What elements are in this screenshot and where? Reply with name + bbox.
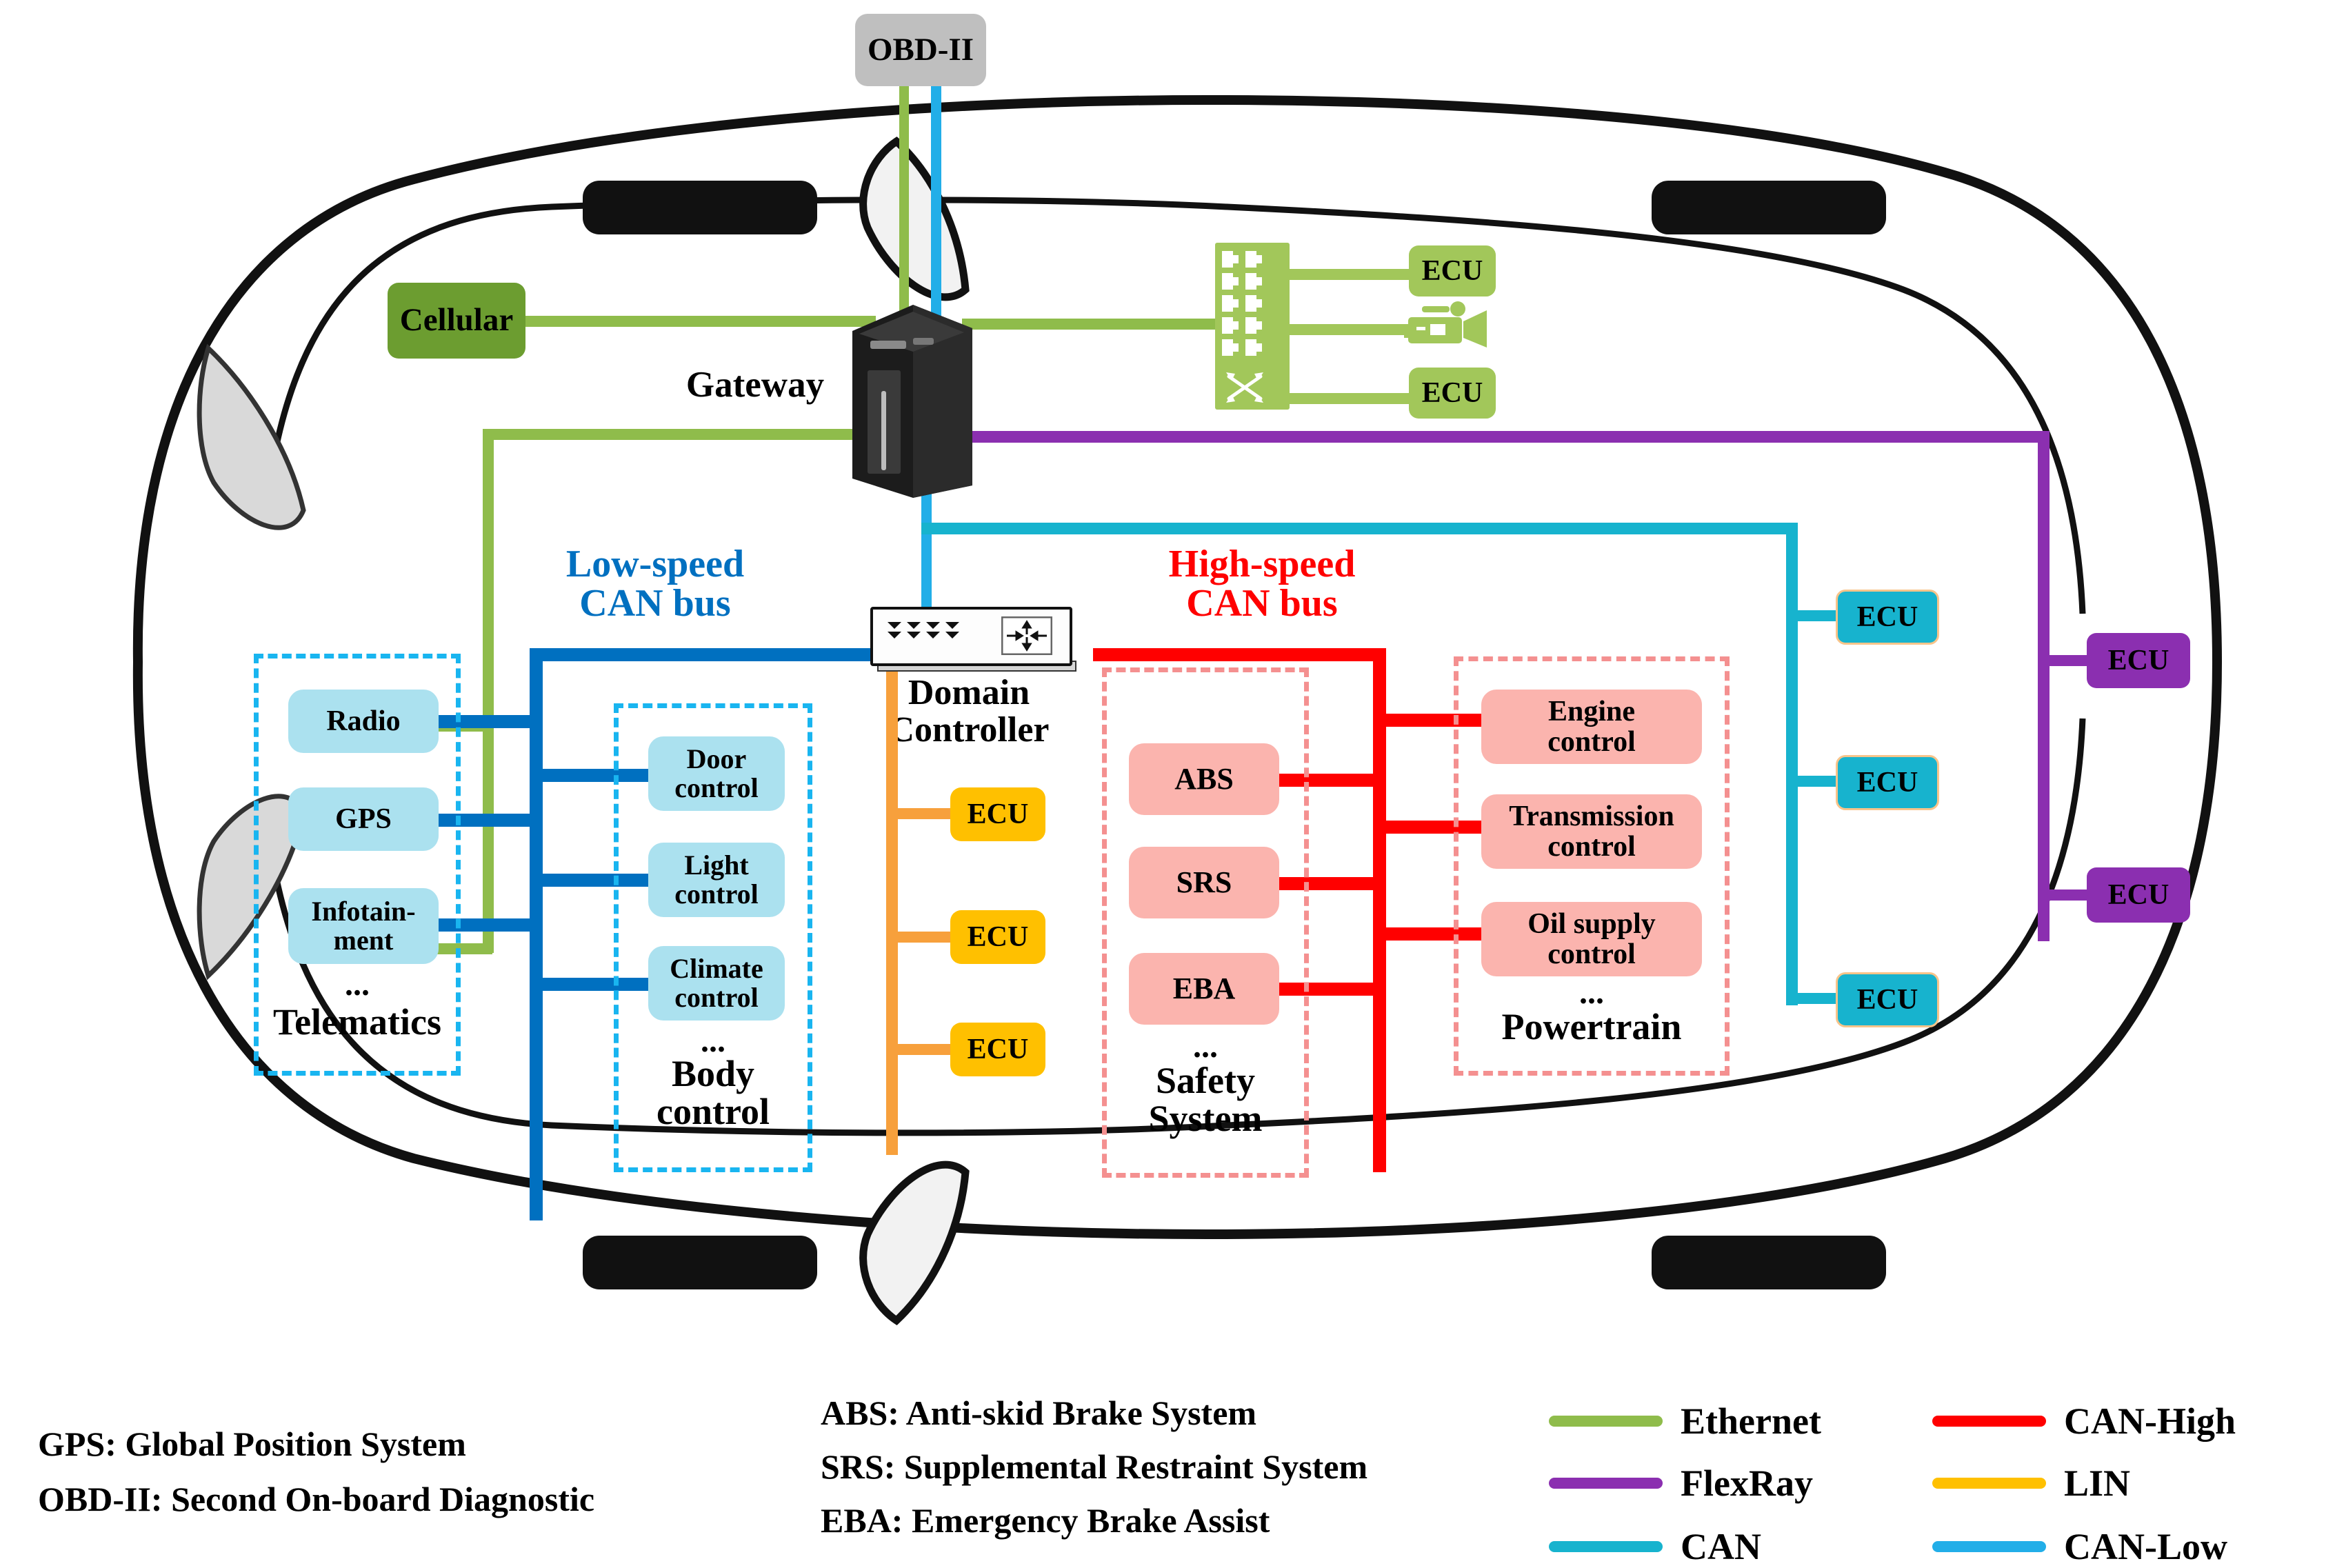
wire-flexray-horizontal xyxy=(959,431,2048,443)
node-engine-control-line1: Engine xyxy=(1547,695,1636,727)
node-climate-control[interactable]: Climate control xyxy=(648,946,785,1021)
node-cellular[interactable]: Cellular xyxy=(388,283,525,359)
domain-controller-ports-icon xyxy=(888,622,959,639)
lin-ecu-3[interactable]: ECU xyxy=(950,1023,1045,1076)
node-door-control-line2: control xyxy=(674,772,759,803)
node-oil-supply-control[interactable]: Oil supply control xyxy=(1481,902,1702,976)
group-label-safety-line1: Safety xyxy=(1156,1060,1255,1101)
wire-lowspeed-horizontal xyxy=(530,648,888,661)
bus-title-low-speed: Low-speed CAN bus xyxy=(524,543,786,625)
can-ecu-3[interactable]: ECU xyxy=(1836,972,1939,1027)
wire-canhigh-horizontal-top xyxy=(1093,648,1386,661)
group-label-powertrain: Powertrain xyxy=(1501,1006,1682,1047)
bus-title-high-speed: High-speed CAN bus xyxy=(1131,543,1393,625)
wire-lin-stub-1 xyxy=(886,808,955,819)
wire-ethernet-switch-ecu2 xyxy=(1283,393,1414,404)
wire-lin-vertical xyxy=(886,659,898,1155)
wire-can-vertical xyxy=(1786,523,1798,1005)
node-abs[interactable]: ABS xyxy=(1129,743,1279,815)
flexray-ecu-1[interactable]: ECU xyxy=(2087,633,2190,688)
node-engine-control-line2: control xyxy=(1547,726,1636,758)
node-oil-supply-control-line2: control xyxy=(1547,938,1636,970)
wire-ethernet-obd-to-gateway xyxy=(899,69,909,324)
node-transmission-control-line2: control xyxy=(1547,831,1636,863)
wire-ethernet-switch-ecu1 xyxy=(1283,269,1414,280)
can-ecu-2[interactable]: ECU xyxy=(1836,755,1939,810)
node-srs[interactable]: SRS xyxy=(1129,847,1279,918)
wire-ethernet-switch-camera xyxy=(1283,324,1414,335)
node-door-control[interactable]: Door control xyxy=(648,736,785,811)
node-radio[interactable]: Radio xyxy=(288,690,439,753)
group-label-safety-line2: System xyxy=(1148,1098,1263,1140)
node-light-control[interactable]: Light control xyxy=(648,843,785,917)
node-climate-control-line2: control xyxy=(674,982,759,1013)
ethernet-ecu-2[interactable]: ECU xyxy=(1409,368,1496,419)
node-gps[interactable]: GPS xyxy=(288,787,439,851)
node-infotainment-line1: Infotain- xyxy=(311,896,416,927)
group-label-body-control-line2: control xyxy=(657,1091,770,1133)
wire-flexray-vertical xyxy=(2038,431,2050,941)
node-light-control-line2: control xyxy=(674,878,759,909)
group-label-body-control: Body control xyxy=(607,1053,819,1133)
wire-lowspeed-vertical xyxy=(530,648,543,1220)
node-climate-control-line1: Climate xyxy=(670,953,763,984)
flexray-ecu-2[interactable]: ECU xyxy=(2087,867,2190,923)
node-infotainment-line2: ment xyxy=(333,925,394,956)
domain-controller-routing-icon xyxy=(1001,616,1052,655)
telematics-ellipsis: ... xyxy=(345,966,370,1003)
bus-title-high-speed-line2: CAN bus xyxy=(1186,582,1338,625)
bus-title-low-speed-line1: Low-speed xyxy=(565,543,745,585)
wire-can-horizontal xyxy=(921,523,1797,534)
group-label-telematics: Telematics xyxy=(273,1001,441,1043)
ethernet-switch-ports-icon xyxy=(1222,251,1262,356)
node-transmission-control[interactable]: Transmission control xyxy=(1481,794,1702,869)
wire-ethernet-gateway-to-switch xyxy=(962,319,1252,330)
node-door-control-line1: Door xyxy=(686,743,747,774)
group-label-safety-system: Safety System xyxy=(1095,1060,1316,1140)
wire-ethernet-left-vertical xyxy=(483,429,494,953)
lin-ecu-2[interactable]: ECU xyxy=(950,910,1045,964)
node-light-control-line1: Light xyxy=(684,850,749,881)
group-label-body-control-line1: Body xyxy=(671,1053,755,1094)
node-obd-ii[interactable]: OBD-II xyxy=(855,14,986,86)
gateway-tower-icon[interactable] xyxy=(847,298,978,498)
wire-lin-stub-2 xyxy=(886,932,955,943)
wire-lin-stub-3 xyxy=(886,1044,955,1055)
node-oil-supply-control-line1: Oil supply xyxy=(1527,907,1656,940)
node-infotainment[interactable]: Infotain- ment xyxy=(288,888,439,964)
node-eba[interactable]: EBA xyxy=(1129,953,1279,1025)
network-switch-arrows-icon xyxy=(1226,372,1263,403)
node-transmission-control-line1: Transmission xyxy=(1509,800,1674,832)
ethernet-ecu-1[interactable]: ECU xyxy=(1409,245,1496,296)
bus-title-low-speed-line2: CAN bus xyxy=(579,582,731,625)
node-engine-control[interactable]: Engine control xyxy=(1481,690,1702,764)
video-camera-icon xyxy=(1404,301,1487,348)
bus-title-high-speed-line1: High-speed xyxy=(1168,543,1356,585)
lin-ecu-1[interactable]: ECU xyxy=(950,787,1045,841)
wire-canhigh-vertical xyxy=(1373,648,1386,1172)
wire-ethernet-cellular-to-gateway xyxy=(476,316,876,327)
can-ecu-1[interactable]: ECU xyxy=(1836,590,1939,645)
